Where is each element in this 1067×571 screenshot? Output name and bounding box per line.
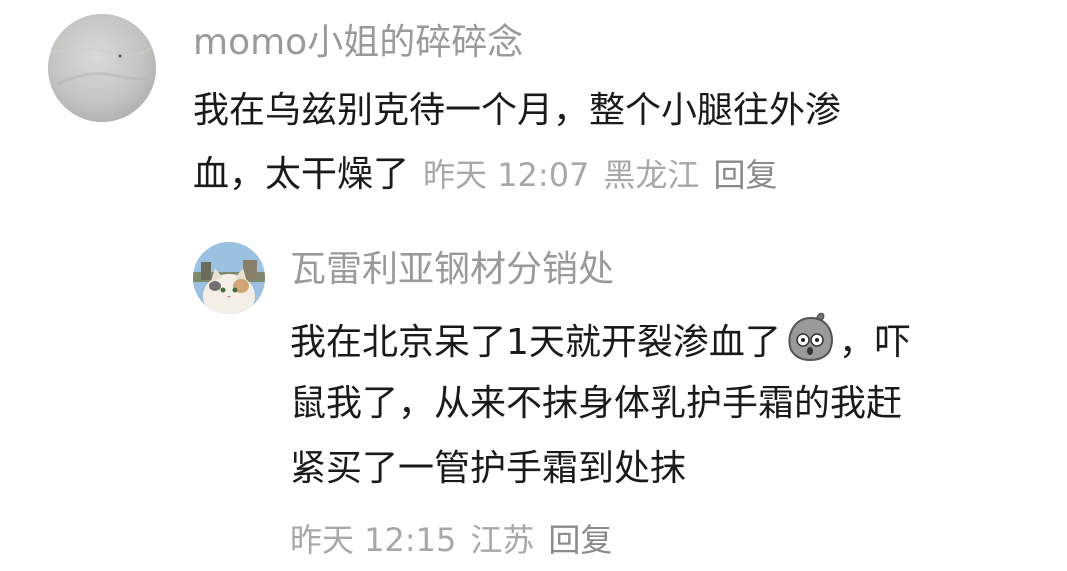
reply-text-line: 紧买了一管护手霜到处抹 (290, 448, 687, 489)
reply-user-avatar[interactable] (193, 242, 265, 314)
comment-username[interactable]: momo小姐的碎碎念 (193, 25, 523, 61)
reply-text: 我在北京呆了1天就开裂渗血了 (290, 322, 781, 363)
reply-location: 江苏 (470, 521, 535, 559)
reply-button[interactable]: 回复 (713, 156, 777, 194)
user-avatar[interactable] (48, 14, 156, 122)
comment-time: 昨天 12:07 (423, 156, 590, 194)
cat-avatar-icon (193, 242, 265, 314)
reply-time: 昨天 12:15 (290, 521, 457, 559)
reply-text-line: 鼠我了，从来不抹身体乳护手霜的我赶 (290, 383, 903, 424)
gray-texture-avatar-icon (48, 14, 156, 122)
reply-text-line: 我在北京呆了1天就开裂渗血了 ，吓 (290, 310, 911, 372)
comment-text-line: 我在乌兹别克待一个月，整个小腿往外渗 (193, 90, 842, 131)
reply-button[interactable]: 回复 (548, 521, 612, 559)
comment-text-line: 血，太干燥了 昨天 12:07 黑龙江 回复 (193, 146, 777, 204)
reply-text: ，吓 (838, 322, 911, 363)
reply-username[interactable]: 瓦雷利亚钢材分销处 (290, 252, 614, 288)
shocked-rock-emoji-icon (783, 310, 837, 364)
reply-meta: 昨天 12:15 江苏 回复 (290, 515, 612, 561)
comment-text: 血，太干燥了 (193, 154, 410, 195)
comment-location: 黑龙江 (603, 156, 700, 194)
comment-thread: momo小姐的碎碎念 我在乌兹别克待一个月，整个小腿往外渗 血，太干燥了 昨天 1… (0, 0, 1067, 571)
